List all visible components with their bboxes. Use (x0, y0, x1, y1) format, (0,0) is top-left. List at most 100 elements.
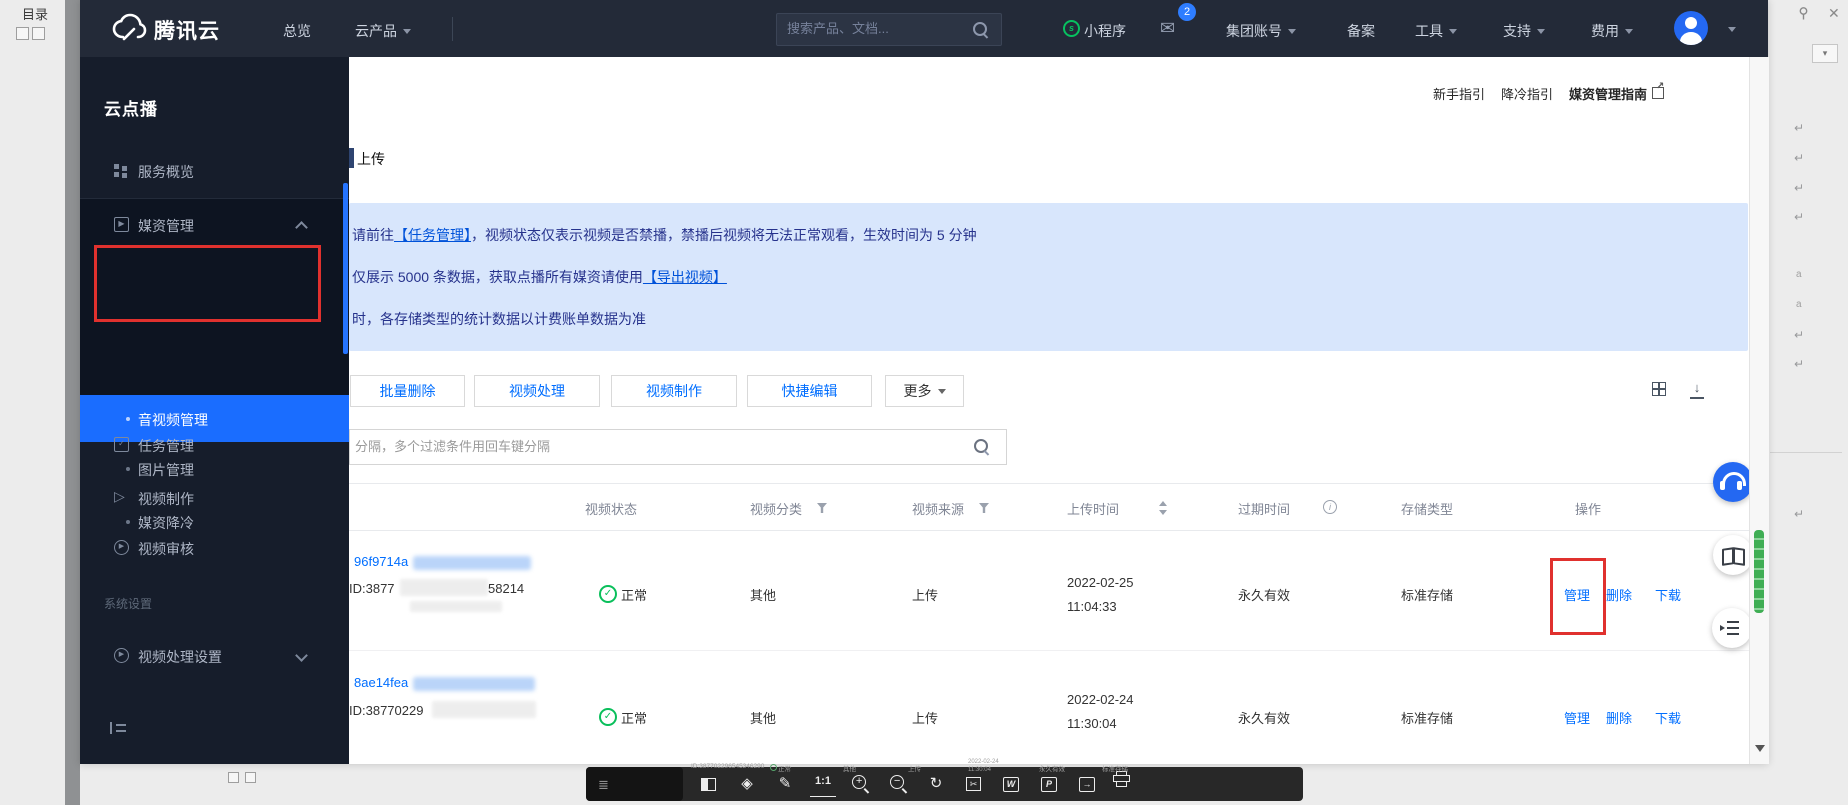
print-icon[interactable] (1113, 771, 1129, 787)
customer-service-button[interactable] (1713, 462, 1753, 502)
export-word-icon[interactable]: W (999, 772, 1025, 796)
link-beginner-guide[interactable]: 新手指引 (1433, 84, 1485, 103)
bullet-icon (126, 520, 130, 524)
ghost-time: 11:30:04 (968, 767, 991, 773)
zoom-out-icon[interactable]: − (886, 772, 912, 796)
ghost-category: 其他 (843, 763, 856, 773)
download-link[interactable]: 下载 (1655, 708, 1681, 727)
filter-funnel-icon[interactable] (817, 503, 827, 513)
link-task-management[interactable]: 【任务管理】 (394, 227, 471, 243)
chevron-down-icon (1449, 29, 1457, 34)
docs-button[interactable] (1713, 535, 1753, 575)
tencent-cloud-logo-icon[interactable] (110, 13, 148, 48)
avatar[interactable] (1674, 11, 1708, 45)
sidebar-highlight-red-box (94, 245, 321, 322)
upload-label[interactable]: 上传 (357, 149, 385, 169)
delete-link[interactable]: 删除 (1606, 708, 1632, 727)
crop-icon[interactable]: ✂ (961, 772, 987, 796)
nav-miniprogram[interactable]: 小程序 (1084, 21, 1126, 41)
bullet-icon (126, 467, 130, 471)
storage-cell: 标准存储 (1401, 708, 1453, 727)
video-produce-button[interactable]: 视频制作 (611, 375, 737, 407)
chevron-down-icon[interactable] (1728, 27, 1736, 32)
sidebar-title: 云点播 (104, 95, 158, 120)
pin-icon[interactable] (1796, 6, 1811, 26)
sidebar-item-overview[interactable]: 服务概览 (80, 157, 349, 185)
sort-icon[interactable] (1159, 501, 1167, 515)
scroll-down-arrow[interactable] (1755, 745, 1765, 752)
rotate-icon[interactable]: ↻ (923, 772, 949, 796)
quick-edit-button[interactable]: 快捷编辑 (747, 375, 872, 407)
link-media-guide[interactable]: 媒资管理指南 (1569, 84, 1664, 103)
magic-select-icon[interactable]: ◈ (734, 772, 760, 796)
mail-icon[interactable]: ✉ (1160, 18, 1175, 39)
content-scrollbar[interactable] (1749, 57, 1769, 764)
sidebar-item-production[interactable]: ▷ 视频制作 (80, 484, 349, 512)
expire-cell: 永久有效 (1238, 585, 1290, 604)
settings-circle-icon: ▶ (114, 648, 129, 663)
link-export-video[interactable]: 【导出视频】 (643, 269, 727, 285)
filter-funnel-icon[interactable] (979, 503, 989, 513)
video-name-link[interactable]: 96f9714a (354, 554, 408, 569)
search-icon[interactable] (974, 439, 988, 453)
sidebar-item-media[interactable]: ▶ 媒资管理 (80, 211, 349, 239)
nav-group-account[interactable]: 集团账号 (1226, 21, 1296, 41)
feedback-list-button[interactable] (1712, 608, 1752, 648)
category-cell: 其他 (750, 585, 776, 604)
brand-name[interactable]: 腾讯云 (154, 15, 220, 45)
nav-products[interactable]: 云产品 (355, 21, 411, 41)
tencent-cloud-console: 腾讯云 总览 云产品 s 小程序 ✉ 2 集团账号 备案 工具 支持 费用 新手… (80, 0, 1768, 764)
filter-input[interactable] (350, 430, 955, 462)
edit-image-icon[interactable]: ✎ (772, 772, 798, 796)
editor-left-strip (65, 0, 80, 805)
miniprogram-icon: s (1063, 20, 1080, 37)
margin-dropdown[interactable]: ▾ (1812, 44, 1838, 63)
paragraph-mark: ↵ (1794, 121, 1804, 135)
nav-support[interactable]: 支持 (1503, 21, 1545, 41)
search-icon[interactable] (973, 22, 987, 36)
link-cooling-guide[interactable]: 降冷指引 (1501, 84, 1553, 103)
nav-icp[interactable]: 备案 (1347, 21, 1375, 41)
sidebar-item-tasks[interactable]: ✓ 任务管理 (80, 431, 349, 459)
zoom-in-icon[interactable]: + (848, 772, 874, 796)
manage-link[interactable]: 管理 (1564, 708, 1590, 727)
download-link[interactable]: 下载 (1655, 585, 1681, 604)
close-icon[interactable]: ✕ (1828, 5, 1840, 22)
sidebar-item-review[interactable]: ▶ 视频审核 (80, 534, 349, 562)
export-icon[interactable]: → (1075, 772, 1101, 796)
paragraph-mark: ↵ (1794, 181, 1804, 195)
compare-icon[interactable] (696, 772, 722, 796)
collapse-sidebar-icon[interactable] (110, 722, 128, 734)
download-list-icon[interactable]: ↓ (1690, 381, 1704, 399)
video-name-link[interactable]: 8ae14fea (354, 675, 408, 690)
video-id-prefix: ID:38770229 (349, 703, 423, 718)
sidebar-item-processing-settings[interactable]: ▶ 视频处理设置 (80, 642, 349, 670)
toc-mini-icon-2[interactable] (32, 27, 45, 40)
nav-search-box[interactable] (776, 13, 1002, 46)
scrollbar-thumb[interactable] (1754, 530, 1764, 613)
sidebar-scrollbar[interactable] (343, 183, 348, 354)
export-pdf-icon[interactable]: P (1037, 772, 1063, 796)
sidebar-item-media-cooling[interactable]: 媒资降冷 (80, 510, 349, 536)
header-bottom-border (349, 530, 1749, 531)
toc-mini-icon[interactable] (16, 27, 29, 40)
sidebar-item-image-management[interactable]: 图片管理 (80, 457, 349, 483)
row-divider (349, 650, 1749, 651)
delete-link[interactable]: 删除 (1606, 585, 1632, 604)
filter-search-box[interactable] (349, 429, 1007, 465)
upload-time: 11:30:04 (1067, 716, 1117, 731)
manage-highlight-red-box (1550, 558, 1606, 635)
banner-line-1: 请前往【任务管理】，视频状态仅表示视频是否禁播，禁播后视频将无法正常观看，生效时… (352, 225, 977, 245)
nav-billing[interactable]: 费用 (1591, 21, 1633, 41)
actual-size-icon[interactable]: 1:1 (810, 772, 836, 797)
info-icon[interactable]: i (1323, 500, 1337, 514)
batch-delete-button[interactable]: 批量删除 (350, 375, 465, 407)
nav-overview[interactable]: 总览 (283, 21, 311, 41)
nav-tools[interactable]: 工具 (1415, 21, 1457, 41)
viewer-thumb-box[interactable]: ≣ (586, 767, 683, 801)
video-process-button[interactable]: 视频处理 (474, 375, 600, 407)
more-button[interactable]: 更多 (885, 375, 964, 407)
task-check-icon: ✓ (114, 437, 129, 452)
grid-view-icon[interactable] (1652, 382, 1665, 395)
nav-search-input[interactable] (777, 14, 967, 43)
